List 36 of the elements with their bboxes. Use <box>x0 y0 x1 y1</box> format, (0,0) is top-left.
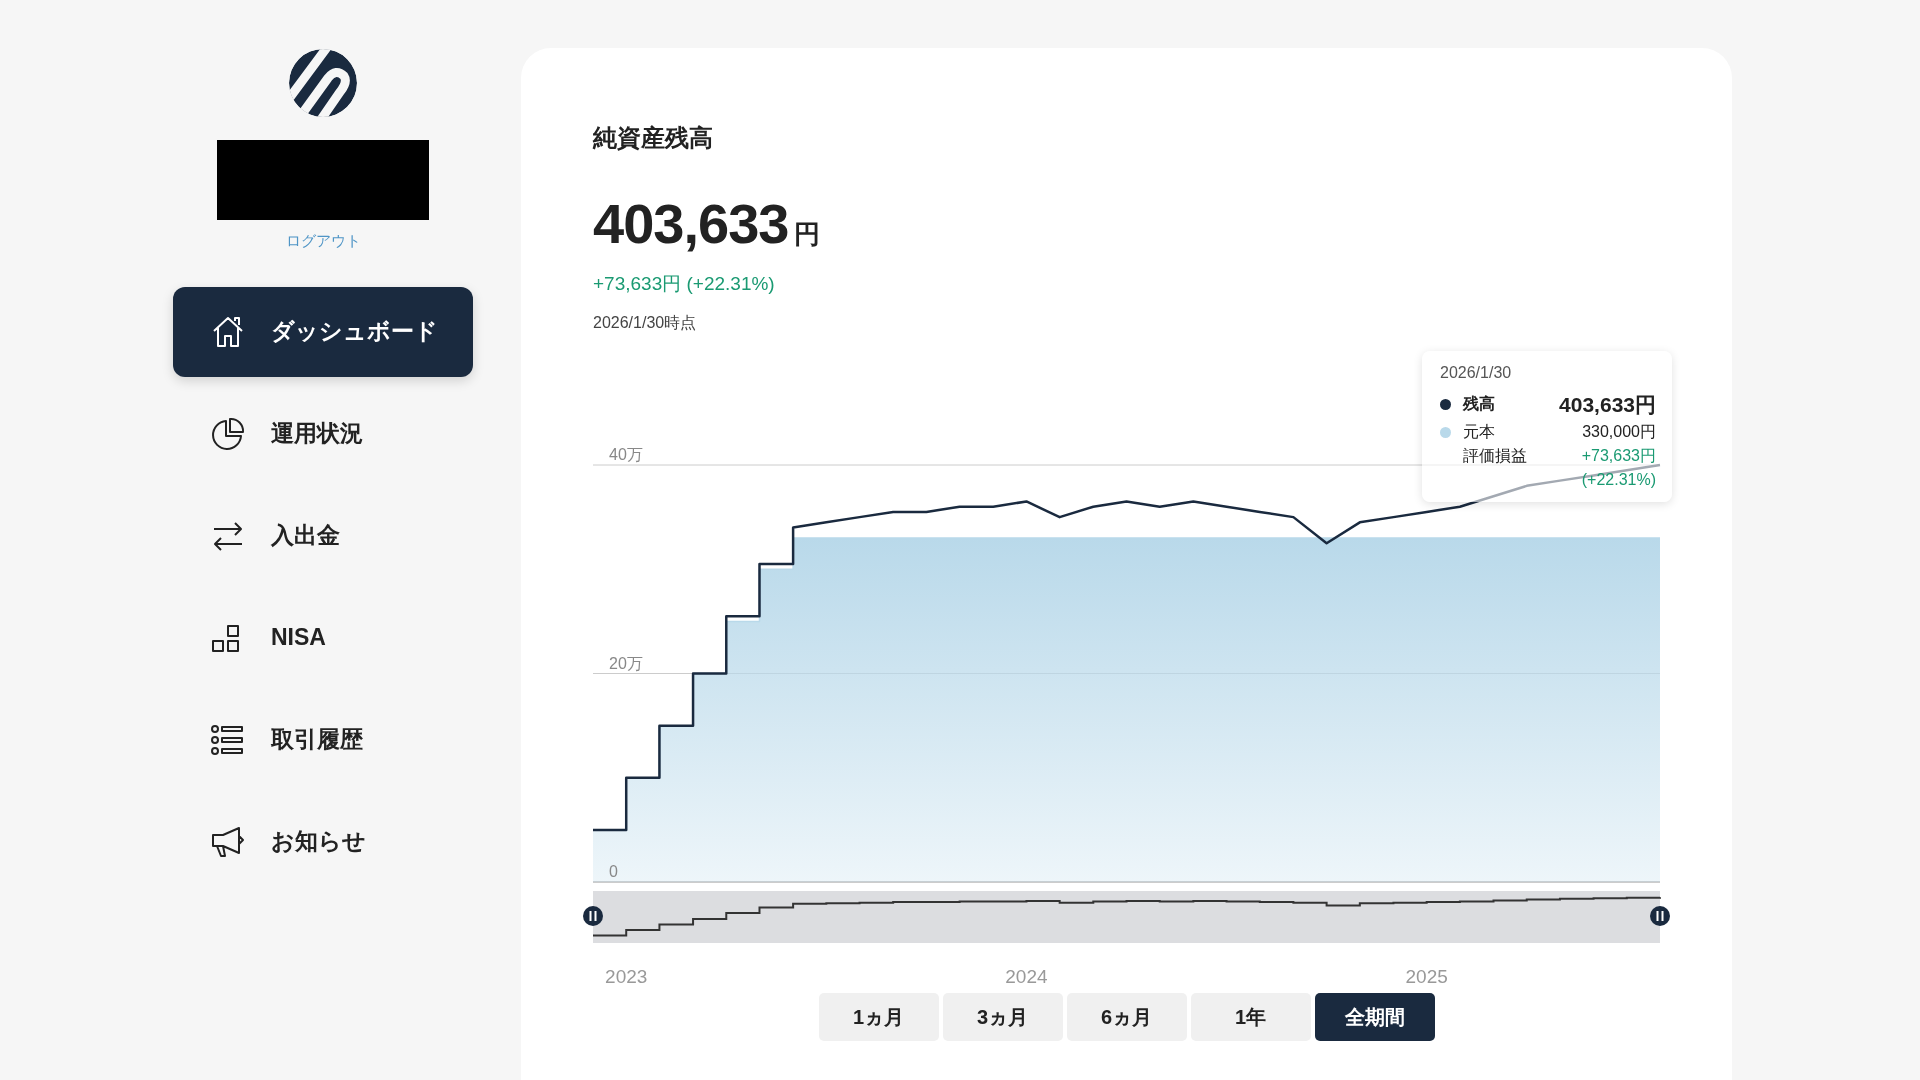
period-button[interactable]: 1年 <box>1190 992 1311 1041</box>
axis-label: 2025 <box>1405 965 1448 987</box>
nav-item[interactable]: お知らせ <box>173 796 473 887</box>
tooltip-label: 評価損益 <box>1463 446 1527 466</box>
period-button[interactable]: 3ヵ月 <box>942 992 1063 1041</box>
currency-unit: 円 <box>794 218 821 251</box>
legend-dot <box>1440 398 1451 410</box>
axis-label: 40万 <box>609 445 643 463</box>
tooltip-date: 2026/1/30 <box>1440 362 1513 383</box>
legend-dot <box>1440 426 1451 438</box>
tooltip-value: 403,633円 <box>1559 391 1656 418</box>
period-button[interactable]: 全期間 <box>1314 992 1435 1041</box>
range-handle[interactable] <box>1650 905 1670 926</box>
tooltip-value: +73,633円 <box>1581 446 1656 466</box>
range-handle[interactable] <box>583 905 603 926</box>
as-of-date: 2026/1/30時点 <box>593 312 698 333</box>
logo <box>288 48 358 118</box>
period-button[interactable]: 6ヵ月 <box>1066 992 1187 1041</box>
section-title: 純資産残高 <box>593 123 714 153</box>
change-text: +73,633円 (+22.31%) <box>593 272 776 296</box>
tooltip-label: 元本 <box>1463 422 1495 442</box>
tooltip-value: 330,000円 <box>1582 422 1656 442</box>
period-button[interactable]: 1ヵ月 <box>818 992 939 1041</box>
balance-amount: 403,633 <box>593 191 789 257</box>
tooltip-value: (+22.31%) <box>1581 470 1656 490</box>
axis-label: 2023 <box>605 965 648 987</box>
tooltip-label: 残高 <box>1463 394 1495 415</box>
nav-item[interactable]: 入出金 <box>173 490 473 581</box>
axis-label: 2024 <box>1005 965 1048 987</box>
nav-item[interactable]: 取引履歴 <box>173 694 473 785</box>
axis-label: 20万 <box>609 654 643 671</box>
nav-item[interactable]: 運用状況 <box>173 388 473 479</box>
nav-item[interactable]: ダッシュボード <box>173 286 473 377</box>
axis-label: 0 <box>609 862 618 880</box>
nav-item[interactable]: NISA <box>173 592 473 683</box>
range-navigator[interactable] <box>593 890 1660 943</box>
